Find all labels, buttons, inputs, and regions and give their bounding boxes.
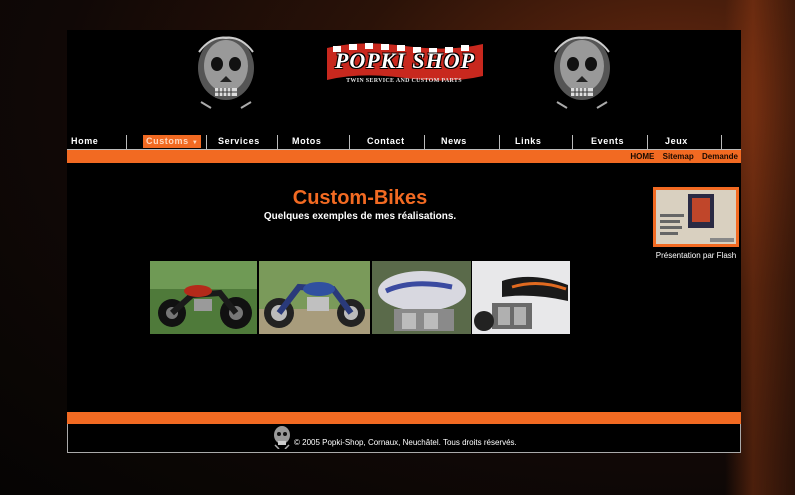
- footer-copyright: © 2005 Popki-Shop, Cornaux, Neuchâtel. T…: [294, 438, 517, 447]
- chevron-down-icon: ▼: [191, 140, 199, 146]
- main-nav: Home Customs ▼ Services Motos Contact Ne…: [67, 133, 741, 150]
- nav-events[interactable]: Events: [591, 135, 624, 148]
- nav-links[interactable]: Links: [515, 135, 542, 148]
- nav-separator: [277, 135, 278, 149]
- nav-home[interactable]: Home: [71, 135, 98, 148]
- skull-emblem-right: [554, 36, 610, 109]
- nav-news[interactable]: News: [441, 135, 467, 148]
- page-subtitle: Quelques exemples de mes réalisations.: [263, 211, 457, 222]
- bike-gallery: [150, 261, 570, 334]
- logo-tagline: TWIN SERVICE AND CUSTOM PARTS: [346, 78, 462, 84]
- nav-separator: [206, 135, 207, 149]
- page-container: POPKI SHOP TWIN SERVICE AND CUSTOM PARTS…: [67, 30, 741, 453]
- sub-nav-demande[interactable]: Demande: [702, 152, 738, 161]
- bike-photo[interactable]: [150, 261, 257, 334]
- sub-nav-links: HOME Sitemap Demande: [624, 150, 738, 163]
- flash-preview: [656, 190, 736, 244]
- nav-separator: [572, 135, 573, 149]
- skull-emblem-left: [198, 36, 254, 109]
- header: POPKI SHOP TWIN SERVICE AND CUSTOM PARTS: [67, 30, 741, 130]
- nav-jeux[interactable]: Jeux: [665, 135, 688, 148]
- footer-bar: [67, 412, 741, 424]
- sub-nav-home[interactable]: HOME: [630, 152, 654, 161]
- nav-customs-label: Customs: [146, 136, 189, 146]
- nav-separator: [721, 135, 722, 149]
- nav-separator: [349, 135, 350, 149]
- flash-presentation-thumbnail[interactable]: [653, 187, 739, 247]
- nav-separator: [647, 135, 648, 149]
- nav-contact[interactable]: Contact: [367, 135, 405, 148]
- nav-separator: [126, 135, 127, 149]
- page-title: Custom-Bikes: [292, 187, 428, 209]
- bike-photo[interactable]: [472, 261, 570, 334]
- bike-photo[interactable]: [372, 261, 471, 334]
- sub-nav-sitemap[interactable]: Sitemap: [663, 152, 694, 161]
- flash-preview-graphic: [660, 194, 734, 242]
- nav-separator: [424, 135, 425, 149]
- nav-customs[interactable]: Customs ▼: [143, 135, 202, 148]
- nav-services[interactable]: Services: [218, 135, 260, 148]
- logo-text: POPKI SHOP: [334, 48, 476, 73]
- sub-nav-bar: HOME Sitemap Demande: [67, 150, 741, 163]
- nav-motos[interactable]: Motos: [292, 135, 322, 148]
- nav-separator: [499, 135, 500, 149]
- footer: © 2005 Popki-Shop, Cornaux, Neuchâtel. T…: [67, 424, 741, 453]
- bike-photo[interactable]: [259, 261, 370, 334]
- flash-label[interactable]: Présentation par Flash: [651, 251, 741, 260]
- skull-icon: [274, 426, 290, 449]
